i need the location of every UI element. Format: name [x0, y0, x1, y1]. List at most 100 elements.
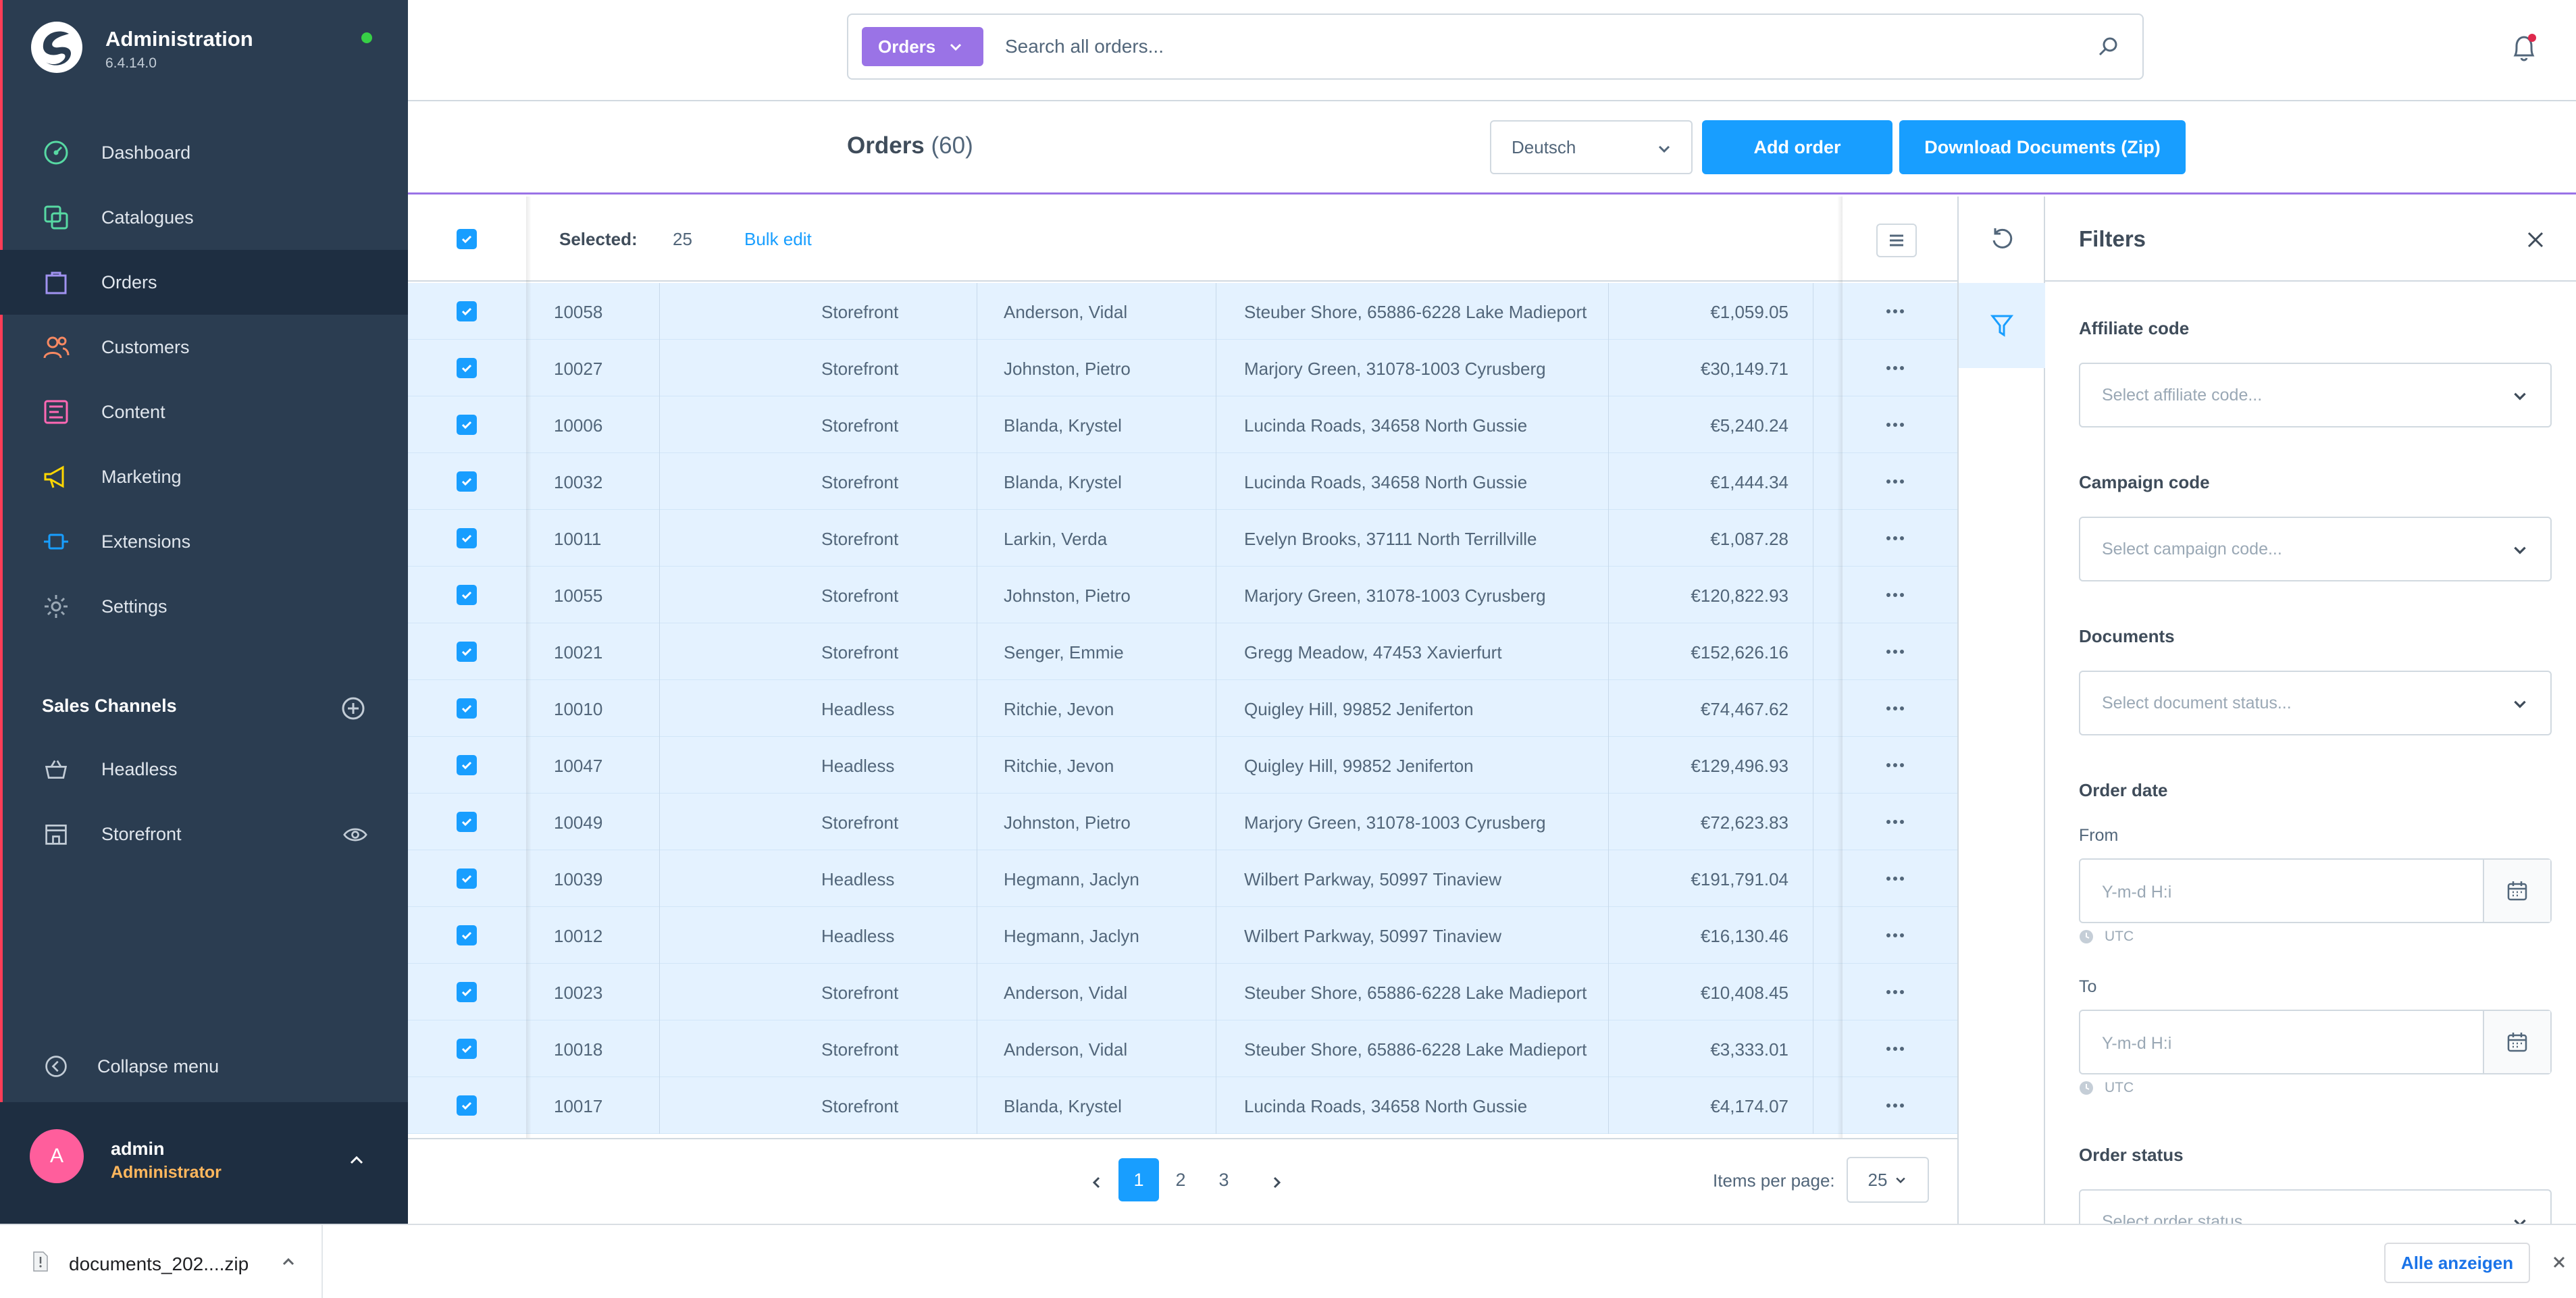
row-actions-button[interactable]: [1875, 981, 1915, 1003]
bulk-edit-link[interactable]: Bulk edit: [744, 229, 812, 250]
table-row[interactable]: 10047 Headless Ritchie, Jevon Quigley Hill,…: [408, 737, 1957, 794]
add-order-button[interactable]: Add order: [1702, 120, 1892, 174]
table-row[interactable]: 10017 Storefront Blanda, Krystel Lucinda Ro…: [408, 1077, 1957, 1134]
row-actions-button[interactable]: [1875, 414, 1915, 436]
row-checkbox[interactable]: [457, 528, 477, 548]
row-actions-button[interactable]: [1875, 471, 1915, 492]
shopware-logo[interactable]: [30, 20, 84, 74]
search-icon[interactable]: [2095, 34, 2122, 61]
date-to-field[interactable]: Y-m-d H:i: [2079, 1010, 2552, 1074]
previous-page-icon[interactable]: [1083, 1169, 1110, 1196]
nav-item-content[interactable]: Content: [0, 380, 408, 444]
row-actions-button[interactable]: [1875, 641, 1915, 663]
page-3-button[interactable]: 3: [1204, 1158, 1244, 1201]
table-row[interactable]: 10049 Storefront Johnston, Pietro Marjory G…: [408, 794, 1957, 850]
row-actions-button[interactable]: [1875, 925, 1915, 946]
sales-channel-storefront[interactable]: Storefront: [0, 804, 408, 864]
order-number[interactable]: 10017: [554, 1096, 602, 1117]
table-row[interactable]: 10021 Storefront Senger, Emmie Gregg Meadow…: [408, 623, 1957, 680]
row-checkbox[interactable]: [457, 698, 477, 719]
row-checkbox[interactable]: [457, 755, 477, 775]
order-number[interactable]: 10023: [554, 983, 602, 1004]
download-item[interactable]: documents_202....zip: [0, 1225, 323, 1298]
sales-channel-headless[interactable]: Headless: [0, 739, 408, 800]
row-actions-button[interactable]: [1875, 527, 1915, 549]
order-number[interactable]: 10018: [554, 1039, 602, 1060]
row-checkbox[interactable]: [457, 812, 477, 832]
order-number[interactable]: 10010: [554, 699, 602, 720]
row-checkbox[interactable]: [457, 868, 477, 889]
search-type-selector[interactable]: Orders: [862, 27, 983, 66]
table-row[interactable]: 10006 Storefront Blanda, Krystel Lucinda Ro…: [408, 396, 1957, 453]
table-row[interactable]: 10027 Storefront Johnston, Pietro Marjory G…: [408, 340, 1957, 396]
order-number[interactable]: 10012: [554, 926, 602, 947]
calendar-icon[interactable]: [2483, 1011, 2550, 1073]
close-icon[interactable]: [2523, 228, 2548, 252]
row-checkbox[interactable]: [457, 471, 477, 492]
filter-toggle-button[interactable]: [1959, 283, 2045, 368]
items-per-page-select[interactable]: 25: [1847, 1157, 1929, 1203]
date-from-field[interactable]: Y-m-d H:i: [2079, 858, 2552, 923]
order-number[interactable]: 10047: [554, 756, 602, 777]
order-number[interactable]: 10049: [554, 812, 602, 833]
row-checkbox[interactable]: [457, 1095, 477, 1116]
eye-icon[interactable]: [343, 823, 367, 847]
collapse-menu-button[interactable]: Collapse menu: [42, 1052, 219, 1081]
calendar-icon[interactable]: [2483, 860, 2550, 922]
add-sales-channel-icon[interactable]: [340, 696, 366, 721]
column-settings-button[interactable]: [1876, 224, 1917, 257]
table-row[interactable]: 10055 Storefront Johnston, Pietro Marjory G…: [408, 567, 1957, 623]
order-number[interactable]: 10058: [554, 302, 602, 323]
nav-item-orders[interactable]: Orders: [0, 250, 408, 315]
table-row[interactable]: 10012 Headless Hegmann, Jaclyn Wilbert Park…: [408, 907, 1957, 964]
row-checkbox[interactable]: [457, 982, 477, 1002]
close-icon[interactable]: [2549, 1252, 2569, 1272]
table-row[interactable]: 10018 Storefront Anderson, Vidal Steuber Sh…: [408, 1020, 1957, 1077]
row-checkbox[interactable]: [457, 585, 477, 605]
order-status-select[interactable]: Select order status...: [2079, 1189, 2552, 1224]
user-menu[interactable]: A admin Administrator: [0, 1102, 408, 1224]
row-checkbox[interactable]: [457, 642, 477, 662]
row-actions-button[interactable]: [1875, 1038, 1915, 1060]
table-row[interactable]: 10032 Storefront Blanda, Krystel Lucinda Ro…: [408, 453, 1957, 510]
download-documents-button[interactable]: Download Documents (Zip): [1899, 120, 2186, 174]
documents-select[interactable]: Select document status...: [2079, 671, 2552, 735]
nav-item-marketing[interactable]: Marketing: [0, 444, 408, 509]
affiliate-code-select[interactable]: Select affiliate code...: [2079, 363, 2552, 427]
row-actions-button[interactable]: [1875, 584, 1915, 606]
chevron-up-icon[interactable]: [278, 1252, 299, 1272]
language-switch[interactable]: Deutsch: [1490, 120, 1693, 174]
search-input[interactable]: [1005, 27, 2045, 66]
order-number[interactable]: 10055: [554, 586, 602, 606]
order-number[interactable]: 10039: [554, 869, 602, 890]
row-actions-button[interactable]: [1875, 754, 1915, 776]
refresh-button[interactable]: [1959, 197, 2045, 282]
select-all-checkbox[interactable]: [457, 229, 477, 249]
row-actions-button[interactable]: [1875, 1095, 1915, 1116]
row-actions-button[interactable]: [1875, 811, 1915, 833]
campaign-code-select[interactable]: Select campaign code...: [2079, 517, 2552, 581]
page-1-button[interactable]: 1: [1118, 1158, 1159, 1201]
chevron-up-icon[interactable]: [344, 1148, 369, 1172]
nav-item-extensions[interactable]: Extensions: [0, 509, 408, 574]
row-checkbox[interactable]: [457, 358, 477, 378]
page-2-button[interactable]: 2: [1160, 1158, 1201, 1201]
order-number[interactable]: 10006: [554, 415, 602, 436]
table-row[interactable]: 10058 Storefront Anderson, Vidal Steuber Sh…: [408, 283, 1957, 340]
row-actions-button[interactable]: [1875, 698, 1915, 719]
table-row[interactable]: 10011 Storefront Larkin, Verda Evelyn Brook…: [408, 510, 1957, 567]
order-number[interactable]: 10032: [554, 472, 602, 493]
nav-item-settings[interactable]: Settings: [0, 574, 408, 639]
row-checkbox[interactable]: [457, 1039, 477, 1059]
notification-bell-icon[interactable]: [2507, 31, 2541, 65]
next-page-icon[interactable]: [1263, 1169, 1290, 1196]
row-actions-button[interactable]: [1875, 868, 1915, 889]
order-number[interactable]: 10011: [554, 529, 601, 550]
row-actions-button[interactable]: [1875, 301, 1915, 322]
row-actions-button[interactable]: [1875, 357, 1915, 379]
table-row[interactable]: 10010 Headless Ritchie, Jevon Quigley Hill,…: [408, 680, 1957, 737]
order-number[interactable]: 10021: [554, 642, 602, 663]
row-checkbox[interactable]: [457, 925, 477, 945]
order-number[interactable]: 10027: [554, 359, 602, 380]
row-checkbox[interactable]: [457, 415, 477, 435]
